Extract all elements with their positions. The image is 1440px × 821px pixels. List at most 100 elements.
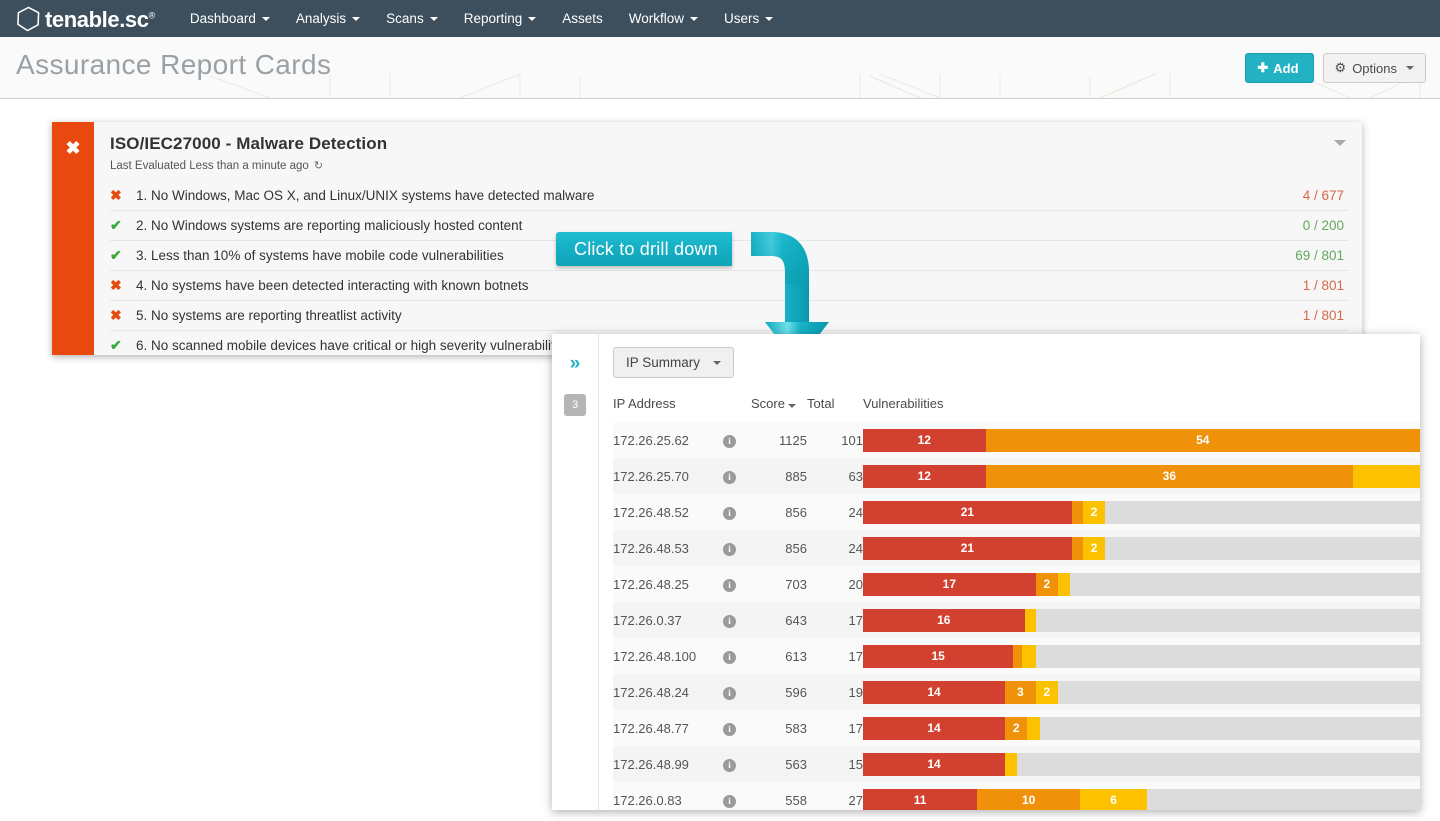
severity-segment-crit[interactable]: 12 — [863, 428, 986, 452]
cell-ip-address[interactable]: 172.26.48.99 — [613, 746, 723, 782]
table-row[interactable]: 172.26.0.83 i 558 27 11 10 6 — [613, 782, 1420, 810]
column-header-ip-address[interactable]: IP Address — [613, 396, 723, 422]
cell-ip-address[interactable]: 172.26.48.24 — [613, 674, 723, 710]
severity-segment-crit[interactable]: 21 — [863, 536, 1072, 560]
info-icon[interactable]: i — [723, 759, 736, 772]
nav-item-workflow[interactable]: Workflow — [616, 0, 711, 37]
severity-segment-none[interactable] — [1147, 788, 1420, 810]
policy-row[interactable]: ✖ 1. No Windows, Mac OS X, and Linux/UNI… — [110, 180, 1348, 210]
info-icon[interactable]: i — [723, 507, 736, 520]
app-root: tenable.sc® Dashboard Analysis Scans Rep… — [0, 0, 1440, 821]
severity-segment-med[interactable]: 2 — [1083, 536, 1106, 560]
severity-segment-high[interactable]: 10 — [977, 788, 1081, 810]
nav-item-assets[interactable]: Assets — [549, 0, 616, 37]
severity-segment-high[interactable]: 2 — [1035, 572, 1058, 596]
cell-ip-address[interactable]: 172.26.0.37 — [613, 602, 723, 638]
double-chevron-right-icon[interactable]: » — [570, 354, 581, 373]
severity-segment-none[interactable] — [1035, 608, 1420, 632]
table-row[interactable]: 172.26.48.53 i 856 24 21 2 — [613, 530, 1420, 566]
severity-segment-none[interactable] — [1039, 716, 1420, 740]
cell-score: 643 — [785, 612, 807, 628]
table-row[interactable]: 172.26.48.99 i 563 15 14 — [613, 746, 1420, 782]
cell-ip-address[interactable]: 172.26.48.52 — [613, 494, 723, 530]
severity-segment-crit[interactable]: 15 — [863, 644, 1014, 668]
sidebar-badge[interactable]: 3 — [564, 394, 586, 416]
nav-item-reporting[interactable]: Reporting — [451, 0, 550, 37]
severity-segment-med[interactable] — [1024, 608, 1036, 632]
severity-segment-crit[interactable]: 11 — [863, 788, 978, 810]
table-row[interactable]: 172.26.0.37 i 643 17 16 — [613, 602, 1420, 638]
severity-segment-med[interactable] — [1057, 572, 1071, 596]
info-icon[interactable]: i — [723, 651, 736, 664]
info-icon[interactable]: i — [723, 543, 736, 556]
severity-segment-none[interactable] — [1057, 680, 1420, 704]
severity-segment-none[interactable] — [1070, 572, 1420, 596]
severity-segment-crit[interactable]: 14 — [863, 680, 1006, 704]
nav-item-analysis[interactable]: Analysis — [283, 0, 373, 37]
policy-label: 2. No Windows systems are reporting mali… — [136, 218, 523, 233]
severity-segment-med[interactable] — [1353, 464, 1420, 488]
severity-segment-none[interactable] — [1035, 644, 1420, 668]
cell-ip-address[interactable]: 172.26.48.53 — [613, 530, 723, 566]
severity-segment-crit[interactable]: 14 — [863, 716, 1006, 740]
brand-logo-group[interactable]: tenable.sc® — [16, 6, 155, 32]
severity-segment-med[interactable] — [1027, 716, 1040, 740]
cell-vulnerabilities: 21 2 — [863, 530, 1420, 566]
info-icon[interactable]: i — [723, 615, 736, 628]
table-row[interactable]: 172.26.25.62 i 1125 101 12 54 — [613, 422, 1420, 458]
table-row[interactable]: 172.26.25.70 i 885 63 12 36 — [613, 458, 1420, 494]
severity-segment-high[interactable]: 3 — [1005, 680, 1036, 704]
severity-segment-med[interactable] — [1021, 644, 1036, 668]
severity-segment-none[interactable] — [1105, 500, 1420, 524]
chevron-down-icon — [528, 16, 537, 21]
add-button[interactable]: ✚ Add — [1245, 53, 1314, 83]
severity-segment-med[interactable]: 2 — [1083, 500, 1106, 524]
info-icon[interactable]: i — [723, 795, 736, 808]
cell-ip-address[interactable]: 172.26.48.77 — [613, 710, 723, 746]
table-row[interactable]: 172.26.48.100 i 613 17 15 — [613, 638, 1420, 674]
chevron-down-icon — [352, 16, 361, 21]
refresh-icon[interactable]: ↻ — [314, 159, 323, 172]
severity-segment-none[interactable] — [1105, 536, 1420, 560]
severity-segment-crit[interactable]: 17 — [863, 572, 1036, 596]
column-header-total[interactable]: Total — [807, 396, 863, 422]
severity-segment-crit[interactable]: 16 — [863, 608, 1025, 632]
cell-ip-address[interactable]: 172.26.25.70 — [613, 458, 723, 494]
info-icon[interactable]: i — [723, 687, 736, 700]
info-icon[interactable]: i — [723, 471, 736, 484]
ip-summary-select[interactable]: IP Summary — [613, 347, 735, 378]
severity-segment-none[interactable] — [1017, 752, 1420, 776]
cell-info: i — [723, 710, 751, 746]
severity-segment-crit[interactable]: 12 — [863, 464, 986, 488]
info-icon[interactable]: i — [723, 723, 736, 736]
cell-ip-address[interactable]: 172.26.25.62 — [613, 422, 723, 458]
column-header-score[interactable]: Score — [751, 396, 807, 422]
cell-vulnerabilities: 15 — [863, 638, 1420, 674]
severity-segment-med[interactable]: 2 — [1035, 680, 1058, 704]
cell-ip-address[interactable]: 172.26.48.25 — [613, 566, 723, 602]
cell-ip-address[interactable]: 172.26.48.100 — [613, 638, 723, 674]
table-row[interactable]: 172.26.48.77 i 583 17 14 2 — [613, 710, 1420, 746]
severity-segment-high[interactable]: 36 — [985, 464, 1354, 488]
info-icon[interactable]: i — [723, 579, 736, 592]
severity-segment-med[interactable]: 6 — [1080, 788, 1148, 810]
table-row[interactable]: 172.26.48.24 i 596 19 14 3 2 — [613, 674, 1420, 710]
table-row[interactable]: 172.26.48.25 i 703 20 17 2 — [613, 566, 1420, 602]
severity-segment-high[interactable] — [1071, 500, 1083, 524]
options-button[interactable]: ⚙ Options — [1322, 53, 1426, 83]
severity-segment-high[interactable] — [1013, 644, 1022, 668]
nav-item-users[interactable]: Users — [711, 0, 786, 37]
severity-segment-med[interactable] — [1005, 752, 1018, 776]
cell-ip-address[interactable]: 172.26.0.83 — [613, 782, 723, 810]
severity-segment-high[interactable] — [1071, 536, 1083, 560]
nav-item-scans[interactable]: Scans — [373, 0, 451, 37]
chevron-down-icon[interactable] — [1334, 140, 1346, 146]
table-row[interactable]: 172.26.48.52 i 856 24 21 2 — [613, 494, 1420, 530]
severity-segment-high[interactable]: 54 — [985, 428, 1420, 452]
severity-segment-crit[interactable]: 21 — [863, 500, 1072, 524]
severity-segment-crit[interactable]: 14 — [863, 752, 1006, 776]
nav-item-dashboard[interactable]: Dashboard — [177, 0, 283, 37]
info-icon[interactable]: i — [723, 435, 736, 448]
column-header-vulnerabilities[interactable]: Vulnerabilities — [863, 396, 1420, 422]
severity-segment-high[interactable]: 2 — [1005, 716, 1028, 740]
